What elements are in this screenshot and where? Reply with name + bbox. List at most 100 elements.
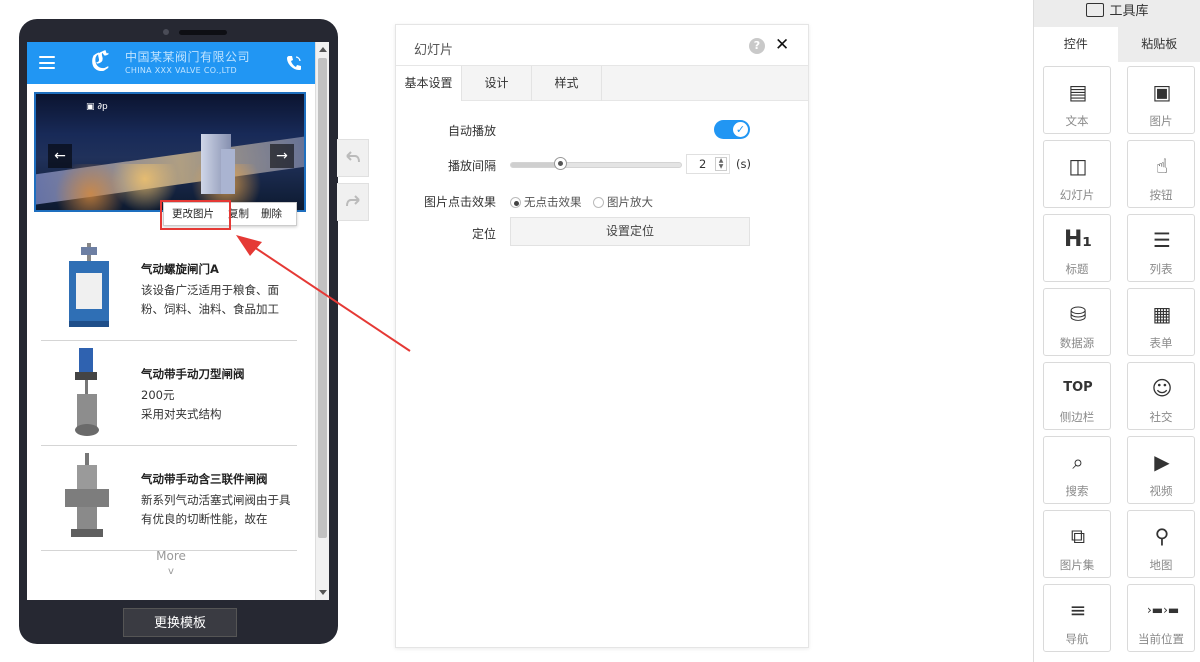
redo-button[interactable] bbox=[337, 183, 369, 221]
form-icon: ▦ bbox=[1152, 302, 1172, 326]
interval-value[interactable]: 2 bbox=[699, 157, 706, 171]
tool-label: 视频 bbox=[1149, 484, 1173, 498]
tool-label: 导航 bbox=[1065, 632, 1089, 646]
tool-slideshow[interactable]: ◫ 幻灯片 bbox=[1043, 140, 1111, 208]
product-item[interactable]: 气动带手动含三联件闸阀 新系列气动活塞式闸阀由于具有优良的切断性能，故在 bbox=[41, 447, 297, 551]
tab-style[interactable]: 样式 bbox=[532, 66, 602, 101]
close-icon[interactable]: ✕ bbox=[775, 35, 789, 55]
company-logo-icon: ℭ bbox=[91, 47, 110, 77]
search-icon: ⌕ bbox=[1072, 450, 1084, 474]
autoplay-toggle[interactable]: ✓ bbox=[714, 120, 750, 139]
undo-button[interactable] bbox=[337, 139, 369, 177]
company-name-cn: 中国某某阀门有限公司 bbox=[125, 50, 251, 64]
more-link[interactable]: More bbox=[27, 549, 315, 563]
tool-datasource[interactable]: ⛁ 数据源 bbox=[1043, 288, 1111, 356]
position-label: 定位 bbox=[471, 227, 496, 241]
banner-tower-2 bbox=[221, 149, 235, 194]
company-name-en: CHINA XXX VALVE CO.,LTD bbox=[125, 66, 237, 75]
breadcrumb-icon: ›▬›▬ bbox=[1147, 603, 1180, 617]
tool-gallery[interactable]: ⧉ 图片集 bbox=[1043, 510, 1111, 578]
radio-unchecked-icon[interactable] bbox=[593, 197, 604, 208]
gallery-icon: ⧉ bbox=[1070, 524, 1086, 548]
scroll-up-arrow-icon[interactable] bbox=[319, 47, 327, 52]
product-title[interactable]: 气动带手动刀型闸阀 bbox=[141, 366, 245, 382]
product-image bbox=[65, 453, 109, 537]
phone-preview: ℭ 中国某某阀门有限公司 CHINA XXX VALVE CO.,LTD ▣ ∂… bbox=[19, 19, 338, 644]
autoplay-label: 自动播放 bbox=[447, 124, 496, 138]
toolbox-header: 工具库 bbox=[1034, 0, 1200, 27]
banner-logo-icon: ▣ ∂p bbox=[86, 102, 108, 112]
panel-tabs: 基本设置 设计 样式 bbox=[396, 65, 808, 101]
social-icon: ☺ bbox=[1151, 376, 1173, 400]
tool-label: 文本 bbox=[1065, 114, 1089, 128]
scroll-down-arrow-icon[interactable] bbox=[319, 590, 327, 595]
tool-label: 幻灯片 bbox=[1059, 188, 1095, 202]
product-item[interactable]: 气动带手动刀型闸阀 200元 采用对夹式结构 bbox=[41, 342, 297, 446]
tool-label: 图片 bbox=[1149, 114, 1173, 128]
spinner-icon[interactable]: ▲ ▼ bbox=[715, 157, 727, 171]
tool-label: 表单 bbox=[1149, 336, 1173, 350]
tool-breadcrumb[interactable]: ›▬›▬ 当前位置 bbox=[1127, 584, 1195, 652]
highlight-box bbox=[160, 200, 231, 230]
tool-sidebar[interactable]: TOP 侧边栏 bbox=[1043, 362, 1111, 430]
product-image bbox=[75, 348, 99, 436]
phone-scrollbar[interactable] bbox=[315, 42, 329, 600]
product-title[interactable]: 气动螺旋闸门A bbox=[141, 261, 219, 277]
slide-next-button[interactable]: → bbox=[270, 144, 294, 168]
slide-prev-button[interactable]: ← bbox=[48, 144, 72, 168]
text-icon: ▤ bbox=[1068, 80, 1088, 104]
tool-form[interactable]: ▦ 表单 bbox=[1127, 288, 1195, 356]
interval-input[interactable]: 2 ▲ ▼ bbox=[686, 154, 730, 174]
product-item[interactable]: 气动螺旋闸门A 该设备广泛适用于粮食、面粉、饲料、油料、食品加工 bbox=[41, 237, 297, 341]
tool-list[interactable]: ☰ 列表 bbox=[1127, 214, 1195, 282]
map-icon: ⚲ bbox=[1154, 524, 1170, 548]
radio-checked-icon[interactable] bbox=[510, 197, 521, 208]
interval-slider-handle[interactable] bbox=[554, 157, 567, 170]
tool-label: 标题 bbox=[1065, 262, 1089, 276]
set-position-button[interactable]: 设置定位 bbox=[510, 217, 750, 246]
sidebar-icon: TOP bbox=[1063, 380, 1093, 395]
chevron-down-icon[interactable]: v bbox=[27, 566, 315, 577]
interval-slider[interactable] bbox=[510, 162, 682, 168]
tool-label: 图片集 bbox=[1059, 558, 1095, 572]
scroll-thumb[interactable] bbox=[318, 58, 327, 538]
tool-label: 按钮 bbox=[1149, 188, 1173, 202]
slideshow-banner[interactable]: ▣ ∂p ← → bbox=[34, 92, 306, 212]
list-icon: ☰ bbox=[1153, 228, 1171, 252]
phone-call-icon[interactable] bbox=[285, 54, 303, 72]
tab-basic-settings[interactable]: 基本设置 bbox=[396, 66, 462, 101]
site-header: ℭ 中国某某阀门有限公司 CHINA XXX VALVE CO.,LTD bbox=[27, 42, 315, 84]
help-icon[interactable]: ? bbox=[749, 38, 765, 54]
tool-button[interactable]: ☝ 按钮 bbox=[1127, 140, 1195, 208]
radio-no-effect[interactable]: 无点击效果 bbox=[510, 194, 582, 210]
change-template-button[interactable]: 更换模板 bbox=[123, 608, 237, 637]
tool-label: 地图 bbox=[1149, 558, 1173, 572]
check-icon: ✓ bbox=[733, 122, 748, 137]
toolbox: 工具库 控件 粘贴板 ▤ 文本 ▣ 图片 ◫ 幻灯片 ☝ 按钮 H₁ 标题 ☰ 列表 ⛁ 数据… bbox=[1033, 0, 1200, 662]
tool-map[interactable]: ⚲ 地图 bbox=[1127, 510, 1195, 578]
tool-label: 数据源 bbox=[1059, 336, 1095, 350]
delete-button[interactable]: 删除 bbox=[255, 203, 288, 225]
tool-search[interactable]: ⌕ 搜索 bbox=[1043, 436, 1111, 504]
tool-video[interactable]: ▶ 视频 bbox=[1127, 436, 1195, 504]
phone-screen: ℭ 中国某某阀门有限公司 CHINA XXX VALVE CO.,LTD ▣ ∂… bbox=[27, 42, 329, 600]
nav-icon: ≡ bbox=[1069, 598, 1087, 622]
tool-social[interactable]: ☺ 社交 bbox=[1127, 362, 1195, 430]
tool-text[interactable]: ▤ 文本 bbox=[1043, 66, 1111, 134]
tool-label: 搜索 bbox=[1065, 484, 1089, 498]
radio-no-effect-label: 无点击效果 bbox=[524, 195, 582, 209]
tab-design[interactable]: 设计 bbox=[462, 66, 532, 101]
tool-nav[interactable]: ≡ 导航 bbox=[1043, 584, 1111, 652]
tab-clipboard[interactable]: 粘贴板 bbox=[1118, 27, 1200, 62]
interval-slider-fill bbox=[511, 163, 559, 167]
product-title[interactable]: 气动带手动含三联件闸阀 bbox=[141, 471, 268, 487]
radio-zoom[interactable]: 图片放大 bbox=[593, 194, 653, 210]
hamburger-menu-icon[interactable] bbox=[39, 56, 55, 69]
phone-camera bbox=[163, 29, 169, 35]
interval-unit: (s) bbox=[736, 157, 751, 171]
tool-image[interactable]: ▣ 图片 bbox=[1127, 66, 1195, 134]
product-desc: 新系列气动活塞式闸阀由于具有优良的切断性能，故在 bbox=[141, 493, 291, 526]
tool-heading[interactable]: H₁ 标题 bbox=[1043, 214, 1111, 282]
tab-controls[interactable]: 控件 bbox=[1034, 27, 1118, 62]
toolbox-icon bbox=[1086, 3, 1105, 17]
